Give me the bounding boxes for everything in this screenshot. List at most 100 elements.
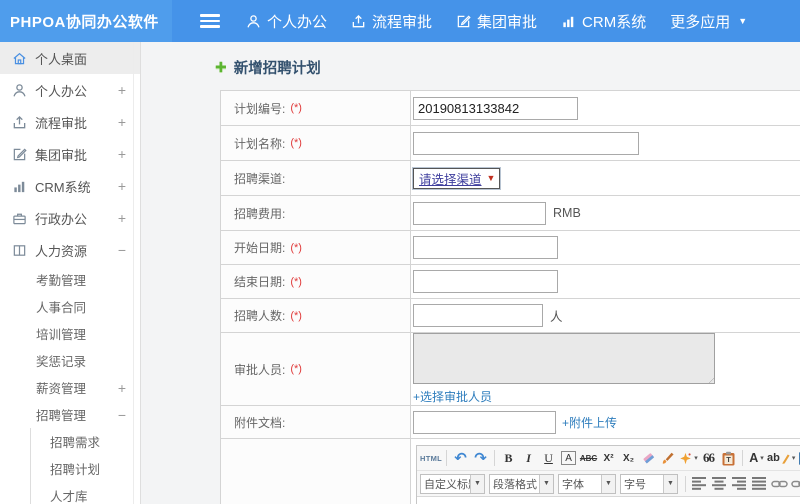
bar-chart-icon [561,14,576,29]
sidebar-item-hr[interactable]: 人力资源 − [0,234,140,266]
plan-no-input[interactable] [413,96,578,120]
top-bar: PHPOA协同办公软件 个人办公 流程审批 集团审批 CRM系统 更多应用 ▼ [0,0,800,42]
headcount-unit: 人 [550,310,563,324]
fee-input[interactable] [413,201,546,225]
font-color-button[interactable]: A ▾ [747,448,766,468]
sidebar-item-attendance[interactable]: 考勤管理 [0,266,140,293]
highlight-color-button[interactable]: ab ▾ [767,448,795,468]
attachment-upload-link[interactable]: +附件上传 [562,414,617,431]
italic-button[interactable]: I [519,448,538,468]
sidebar: 个人桌面 个人办公 + 流程审批 + 集团审批 + CRM系统 + 行政办公 + [0,42,141,504]
expand-icon[interactable]: + [118,146,126,162]
sidebar-item-crm[interactable]: CRM系统 + [0,170,140,202]
plan-name-input[interactable] [413,131,639,155]
blockquote-button[interactable]: 66 [699,448,718,468]
sidebar-item-salary[interactable]: 薪资管理 + [0,374,140,401]
topnav-personal-office[interactable]: 个人办公 [246,11,327,32]
font-style-button[interactable]: A [559,448,578,468]
required-marker: (*) [290,309,302,322]
topnav-label: CRM系统 [582,13,647,31]
eraser-button[interactable] [639,448,658,468]
collapse-icon[interactable]: − [118,407,126,423]
sidebar-item-desktop[interactable]: 个人桌面 [0,42,140,74]
align-justify-button[interactable] [750,474,769,494]
font-family-select[interactable]: 字体 ▼ [558,473,616,494]
html-source-button[interactable]: HTML [420,448,442,468]
redo-button[interactable]: ↷ [471,448,490,468]
edit-approval-icon [456,14,471,29]
form-row-plan-no: 计划编号: (*) [221,91,800,126]
expand-icon[interactable]: + [118,178,126,194]
topnav-crm[interactable]: CRM系统 [561,11,646,32]
align-right-button[interactable] [730,474,749,494]
field-label: 计划名称: [234,136,286,151]
topnav-label: 更多应用 [670,13,731,31]
caret-down-icon: ▼ [601,474,615,493]
paste-button[interactable]: T [719,448,738,468]
user-icon [246,14,261,29]
flow-approval-icon [12,115,27,130]
caret-down-icon: ▼ [663,474,677,493]
channel-select-value: 请选择渠道 [419,172,482,187]
headcount-input[interactable] [413,304,543,327]
undo-button[interactable]: ↶ [451,448,470,468]
expand-icon[interactable]: + [118,210,126,226]
sidebar-item-talent-pool[interactable]: 人才库 [31,482,140,504]
topnav-group-approval[interactable]: 集团审批 [456,11,537,32]
start-date-input[interactable] [413,236,558,259]
end-date-input[interactable] [413,270,558,293]
attachment-input[interactable] [413,410,556,434]
channel-select[interactable]: 请选择渠道 ▼ [411,166,502,190]
sidebar-item-training[interactable]: 培训管理 [0,320,140,347]
sidebar-item-recruit-plan[interactable]: 招聘计划 [31,455,140,482]
sidebar-item-label: 人力资源 [35,243,88,259]
field-label: 招聘人数: [234,309,286,323]
expand-icon[interactable]: + [118,380,126,396]
field-label: 计划编号: [234,101,286,116]
font-size-select[interactable]: 字号 ▼ [620,473,678,494]
underline-button[interactable]: U [539,448,558,468]
align-center-button[interactable] [710,474,729,494]
align-left-button[interactable] [690,474,709,494]
fee-unit: RMB [553,206,581,220]
sidebar-item-admin-office[interactable]: 行政办公 + [0,202,140,234]
strikethrough-button[interactable]: ABC [579,448,598,468]
bar-chart-icon [12,179,27,194]
sidebar-item-hr-contract[interactable]: 人事合同 [0,293,140,320]
sidebar-item-group-approval[interactable]: 集团审批 + [0,138,140,170]
caret-down-icon: ▾ [694,455,698,462]
form-row-approver: 审批人员: (*) +选择审批人员 [221,333,800,406]
paragraph-format-select[interactable]: 段落格式 ▼ [489,473,554,494]
select-approver-link[interactable]: +选择审批人员 [413,388,492,405]
editor-content-area[interactable] [417,497,800,504]
menu-toggle-icon[interactable] [200,11,220,31]
sidebar-item-label: 流程审批 [35,115,88,131]
insert-image-button[interactable] [796,448,800,468]
hr-book-icon [12,243,27,258]
remove-link-button[interactable] [790,474,800,494]
form-row-content-editor: HTML ↶ ↷ B I U A ABC X² X₂ ▾ 66 T A ▾ ab… [221,439,800,504]
expand-icon[interactable]: + [118,114,126,130]
approver-textarea[interactable] [413,333,715,384]
color-wand-button[interactable]: ▾ [679,448,698,468]
superscript-button[interactable]: X² [599,448,618,468]
sidebar-item-flow-approval[interactable]: 流程审批 + [0,106,140,138]
bold-button[interactable]: B [499,448,518,468]
caret-down-icon: ▼ [539,474,553,493]
subscript-button[interactable]: X₂ [619,448,638,468]
clean-format-brush-button[interactable] [659,448,678,468]
insert-link-button[interactable] [770,474,789,494]
sidebar-item-rewards[interactable]: 奖惩记录 [0,347,140,374]
sidebar-item-personal-office[interactable]: 个人办公 + [0,74,140,106]
required-marker: (*) [290,102,302,114]
field-label: 招聘费用: [234,206,286,221]
sidebar-item-recruit-demand[interactable]: 招聘需求 [31,428,140,455]
topnav-flow-approval[interactable]: 流程审批 [351,11,432,32]
expand-icon[interactable]: + [118,82,126,98]
topnav-more-apps[interactable]: 更多应用 ▼ [670,11,747,32]
add-icon: ✚ [215,59,227,75]
sidebar-item-recruitment[interactable]: 招聘管理 − [0,401,140,428]
custom-heading-select[interactable]: 自定义标题 ▼ [420,473,485,494]
collapse-icon[interactable]: − [118,242,126,258]
caret-down-icon: ▾ [791,455,796,462]
